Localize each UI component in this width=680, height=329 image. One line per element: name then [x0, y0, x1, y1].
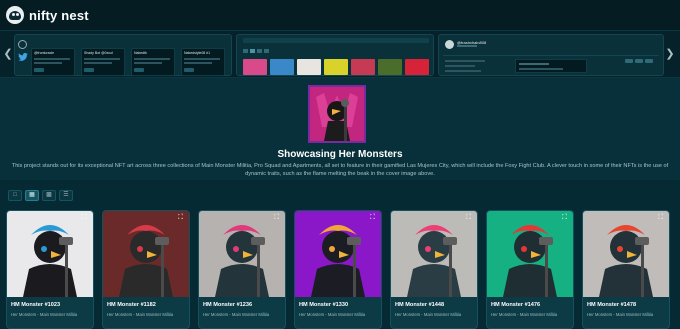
- gallery-preview-toolbar: [243, 38, 429, 43]
- nifty-nest-logo-icon[interactable]: [6, 6, 24, 24]
- view-grid-icon[interactable]: ▦: [25, 190, 39, 201]
- page-title: Showcasing Her Monsters: [277, 149, 403, 160]
- preview-action-button[interactable]: [645, 59, 653, 63]
- nft-thumbnail[interactable]: [324, 59, 348, 75]
- nft-thumbnail[interactable]: [270, 59, 294, 75]
- nft-card-title: HM Monster #1182: [107, 302, 156, 308]
- nft-card-title: HM Monster #1236: [203, 302, 253, 308]
- expand-icon[interactable]: ⛶: [466, 214, 473, 221]
- expand-icon[interactable]: ⛶: [178, 214, 185, 221]
- nft-card-image[interactable]: [583, 211, 669, 297]
- nft-card-title: HM Monster #1023: [11, 302, 61, 308]
- nft-card-image[interactable]: [199, 211, 285, 297]
- nft-card-collection: Her Monsters - Main Monster Militia: [11, 312, 78, 317]
- expand-icon[interactable]: ⛶: [370, 214, 377, 221]
- nft-thumbnail[interactable]: [351, 59, 375, 75]
- nft-thumbnail[interactable]: [405, 59, 429, 75]
- globe-icon: [18, 40, 27, 49]
- profile-info-box: [515, 59, 587, 73]
- logo-text[interactable]: nifty nest: [29, 8, 89, 23]
- nft-card-title: HM Monster #1478: [587, 302, 637, 308]
- nft-card-image[interactable]: [7, 211, 93, 297]
- collection-hero: Showcasing Her Monsters This project sta…: [0, 78, 680, 180]
- nft-card-image[interactable]: [487, 211, 573, 297]
- nft-thumbnail[interactable]: [243, 59, 267, 75]
- expand-icon[interactable]: ⛶: [658, 214, 665, 221]
- nft-card-title: HM Monster #1448: [395, 302, 445, 308]
- nft-card-title: HM Monster #1330: [299, 302, 349, 308]
- nft-thumbnail[interactable]: [297, 59, 321, 75]
- tweet-card[interactable]: @frontoracle: [31, 48, 75, 76]
- nft-card[interactable]: ⛶ HM Monster #1448 Her Monsters - Main M…: [390, 210, 478, 329]
- nft-card[interactable]: ⛶ HM Monster #1023 Her Monsters - Main M…: [6, 210, 94, 329]
- nft-card-collection: Her Monsters - Main Monster Militia: [107, 312, 174, 317]
- nft-card-image[interactable]: [295, 211, 381, 297]
- view-toggle-mini: [250, 49, 255, 53]
- nft-gallery: ⛶ HM Monster #1023 Her Monsters - Main M…: [6, 210, 674, 329]
- nft-card-image[interactable]: [391, 211, 477, 297]
- hero-cover-image[interactable]: [308, 85, 366, 143]
- preview-carousel: ❮ ❯ @frontoracle Shady Bot @0xcol Nakedt…: [0, 30, 680, 78]
- tweet-card-title: Shady Bot @0xcol: [84, 51, 113, 55]
- view-toggle-mini: [243, 49, 248, 53]
- tweet-card[interactable]: Nakedstyle08 #1: [181, 48, 225, 76]
- nft-card[interactable]: ⛶ HM Monster #1236 Her Monsters - Main M…: [198, 210, 286, 329]
- tweet-card-title: Nakedtk: [134, 51, 147, 55]
- tweet-card[interactable]: Nakedtk: [131, 48, 175, 76]
- carousel-prev-button[interactable]: ❮: [2, 45, 14, 63]
- nft-card-collection: Her Monsters - Main Monster Militia: [203, 312, 270, 317]
- nft-card[interactable]: ⛶ HM Monster #1182 Her Monsters - Main M…: [102, 210, 190, 329]
- view-mode-toggle: □ ▦ ▩ ☰: [8, 190, 73, 201]
- twitter-feed-preview[interactable]: @frontoracle Shady Bot @0xcol Nakedtk Na…: [14, 34, 232, 76]
- view-single-icon[interactable]: □: [8, 190, 22, 201]
- collection-description: This project stands out for its exceptio…: [11, 163, 669, 178]
- twitter-icon: [18, 53, 28, 61]
- avatar: [445, 40, 454, 49]
- nft-card[interactable]: ⛶ HM Monster #1478 Her Monsters - Main M…: [582, 210, 670, 329]
- expand-icon[interactable]: ⛶: [82, 214, 89, 221]
- nft-thumbnail[interactable]: [378, 59, 402, 75]
- nft-card-collection: Her Monsters - Main Monster Militia: [587, 312, 654, 317]
- nft-card-collection: Her Monsters - Main Monster Militia: [299, 312, 366, 317]
- tweet-card[interactable]: Shady Bot @0xcol: [81, 48, 125, 76]
- nft-card-collection: Her Monsters - Main Monster Militia: [491, 312, 558, 317]
- nft-card-collection: Her Monsters - Main Monster Militia: [395, 312, 462, 317]
- tweet-card-title: @frontoracle: [34, 51, 55, 55]
- profile-preview[interactable]: @trashchain808: [438, 34, 664, 76]
- nft-card[interactable]: ⛶ HM Monster #1330 Her Monsters - Main M…: [294, 210, 382, 329]
- nft-card-image[interactable]: [103, 211, 189, 297]
- view-large-grid-icon[interactable]: ▩: [42, 190, 56, 201]
- carousel-next-button[interactable]: ❯: [664, 45, 676, 63]
- nft-card[interactable]: ⛶ HM Monster #1476 Her Monsters - Main M…: [486, 210, 574, 329]
- expand-icon[interactable]: ⛶: [562, 214, 569, 221]
- nft-card-title: HM Monster #1476: [491, 302, 541, 308]
- view-list-icon[interactable]: ☰: [59, 190, 73, 201]
- view-toggle-mini: [264, 49, 269, 53]
- expand-icon[interactable]: ⛶: [274, 214, 281, 221]
- gallery-preview[interactable]: [236, 34, 434, 76]
- view-toggle-mini: [257, 49, 262, 53]
- preview-action-button[interactable]: [635, 59, 643, 63]
- preview-action-button[interactable]: [625, 59, 633, 63]
- top-bar: nifty nest: [0, 0, 680, 30]
- tweet-card-title: Nakedstyle08 #1: [184, 51, 211, 55]
